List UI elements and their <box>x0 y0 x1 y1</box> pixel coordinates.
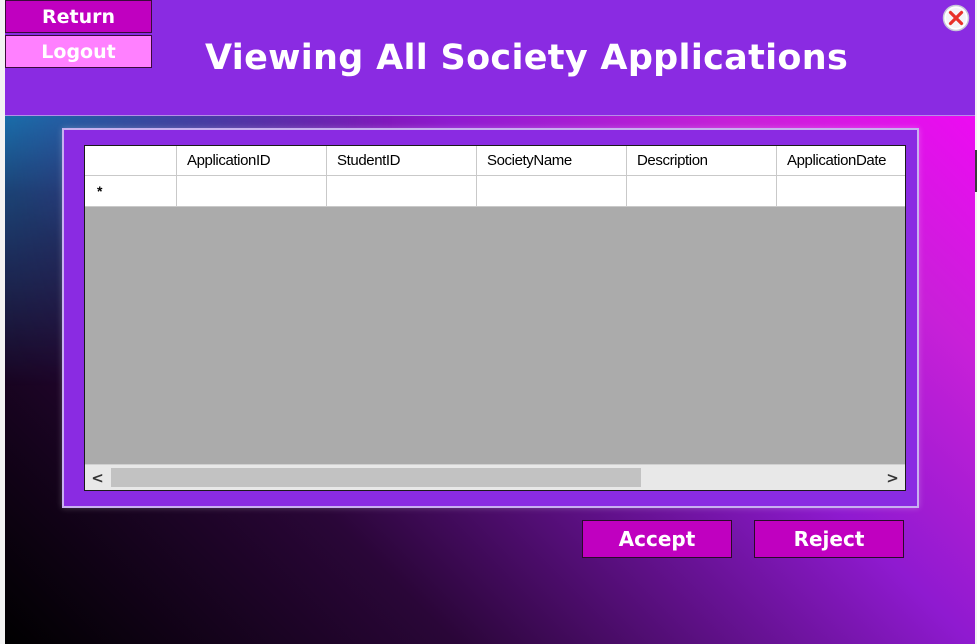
new-row-cell-societyname[interactable] <box>477 176 627 207</box>
column-header-applicationid[interactable]: ApplicationID <box>177 146 327 176</box>
close-icon <box>942 4 970 32</box>
grid-header-row: ApplicationID StudentID SocietyName Desc… <box>85 146 905 176</box>
column-header-studentid[interactable]: StudentID <box>327 146 477 176</box>
grid-panel: ApplicationID StudentID SocietyName Desc… <box>62 128 919 508</box>
horizontal-scrollbar[interactable]: < > <box>85 464 905 490</box>
reject-button[interactable]: Reject <box>754 520 904 558</box>
new-row-marker[interactable]: * <box>85 176 177 207</box>
column-header-description[interactable]: Description <box>627 146 777 176</box>
close-button[interactable] <box>942 4 970 32</box>
scroll-left-icon[interactable]: < <box>85 465 110 490</box>
scroll-right-icon[interactable]: > <box>880 465 905 490</box>
new-row-cell-applicationid[interactable] <box>177 176 327 207</box>
column-header-applicationdate[interactable]: ApplicationDate <box>777 146 905 176</box>
page-title: Viewing All Society Applications <box>205 38 849 78</box>
applications-grid[interactable]: ApplicationID StudentID SocietyName Desc… <box>84 145 906 491</box>
new-row-cell-description[interactable] <box>627 176 777 207</box>
column-header-societyname[interactable]: SocietyName <box>477 146 627 176</box>
new-row-cell-studentid[interactable] <box>327 176 477 207</box>
applications-window: Viewing All Society Applications Return … <box>5 0 975 644</box>
return-button[interactable]: Return <box>5 0 152 33</box>
accept-button[interactable]: Accept <box>582 520 732 558</box>
new-row-cell-applicationdate[interactable] <box>777 176 905 207</box>
logout-button[interactable]: Logout <box>5 35 152 68</box>
scrollbar-thumb[interactable] <box>111 468 641 487</box>
row-header-corner <box>85 146 177 176</box>
new-row[interactable]: * <box>85 176 905 207</box>
